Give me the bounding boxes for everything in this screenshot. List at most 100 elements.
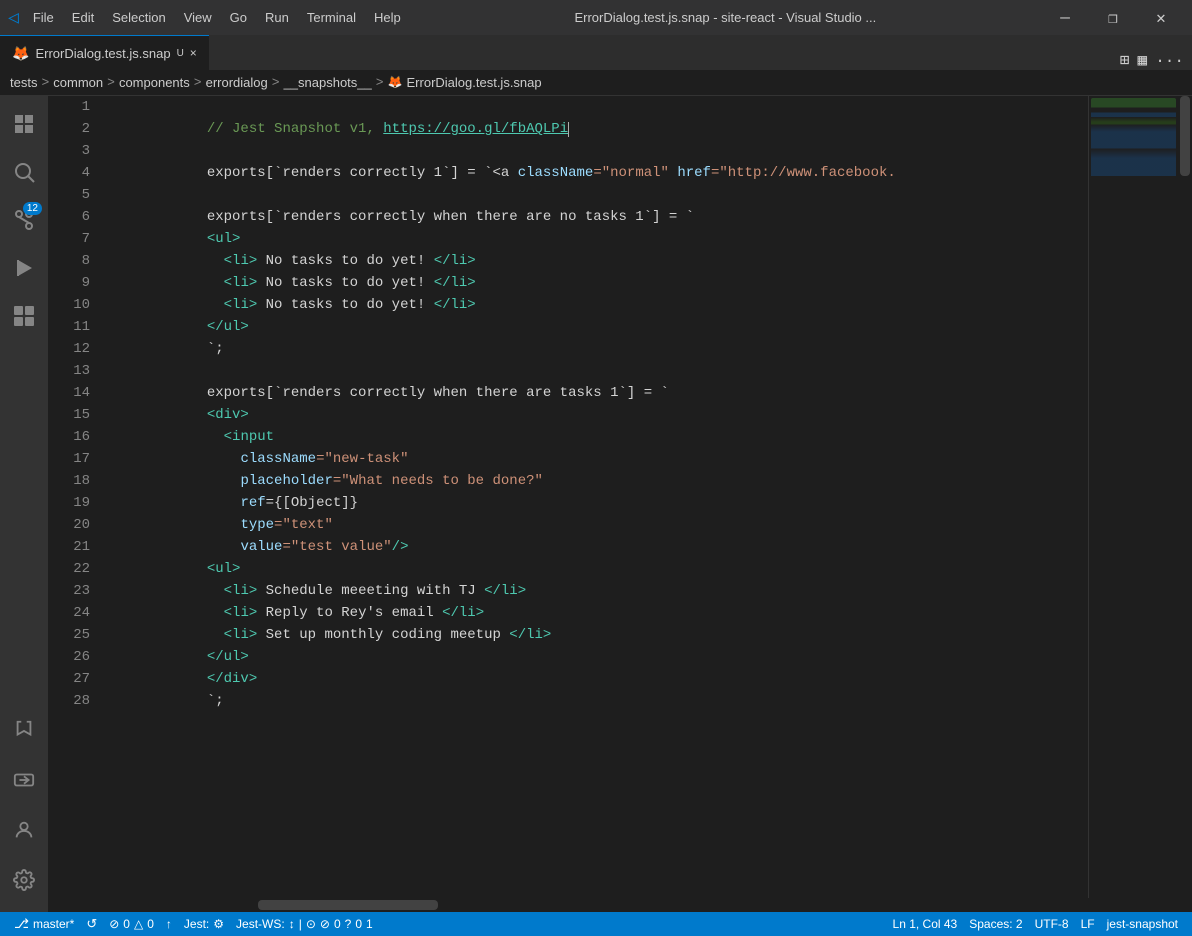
menu-view[interactable]: View — [176, 8, 220, 27]
code-token: <ul> — [207, 231, 241, 247]
line-num-27: 27 — [56, 668, 90, 690]
jest-ws-icon: ↕ — [289, 917, 295, 931]
code-token: ={[Object]} — [266, 495, 358, 511]
line-num-12: 12 — [56, 338, 90, 360]
status-position[interactable]: Ln 1, Col 43 — [887, 912, 964, 936]
minimap — [1088, 96, 1178, 898]
code-content: 1 2 3 4 5 6 7 8 9 10 11 12 13 14 15 16 1 — [48, 96, 1192, 898]
line-num-21: 21 — [56, 536, 90, 558]
code-token: No tasks to do yet! — [257, 275, 433, 291]
code-line-1: // Jest Snapshot v1, https://goo.gl/fbAQ… — [106, 96, 1088, 118]
menu-help[interactable]: Help — [366, 8, 409, 27]
code-token — [207, 495, 241, 511]
activity-remote[interactable] — [0, 756, 48, 804]
line-num-1: 1 — [56, 96, 90, 118]
language-label: jest-snapshot — [1107, 917, 1178, 931]
restore-button[interactable]: ❐ — [1090, 0, 1136, 35]
activity-search[interactable] — [0, 148, 48, 196]
activity-extensions[interactable] — [0, 292, 48, 340]
close-button[interactable]: ✕ — [1138, 0, 1184, 35]
code-editor[interactable]: 1 2 3 4 5 6 7 8 9 10 11 12 13 14 15 16 1 — [48, 96, 1192, 912]
line-num-3: 3 — [56, 140, 90, 162]
status-sync[interactable]: ↺ — [80, 912, 103, 936]
code-token: </ul> — [207, 649, 249, 665]
code-token: ="test value" — [282, 539, 391, 555]
breadcrumb-filename[interactable]: ErrorDialog.test.js.snap — [407, 75, 542, 90]
scrollbar-thumb[interactable] — [1180, 96, 1190, 176]
menu-selection[interactable]: Selection — [104, 8, 173, 27]
jest-count: 1 — [366, 917, 373, 931]
code-token: <li> — [224, 605, 258, 621]
code-token: </li> — [442, 605, 484, 621]
minimize-button[interactable]: — — [1042, 0, 1088, 35]
breadcrumb-errordialog[interactable]: errordialog — [206, 75, 268, 90]
tab-close-button[interactable]: × — [190, 46, 197, 60]
code-token: <li> — [224, 627, 258, 643]
editor-area: 1 2 3 4 5 6 7 8 9 10 11 12 13 14 15 16 1 — [48, 96, 1192, 912]
code-token: ="http://www.facebook. — [711, 165, 896, 181]
status-spaces[interactable]: Spaces: 2 — [963, 912, 1028, 936]
status-language[interactable]: jest-snapshot — [1101, 912, 1184, 936]
source-control-badge: 12 — [23, 202, 42, 215]
eol-label: LF — [1081, 917, 1095, 931]
line-num-23: 23 — [56, 580, 90, 602]
spaces-label: Spaces: 2 — [969, 917, 1022, 931]
title-buttons: — ❐ ✕ — [1042, 0, 1184, 35]
line-numbers: 1 2 3 4 5 6 7 8 9 10 11 12 13 14 15 16 1 — [48, 96, 98, 898]
code-token: ="text" — [274, 517, 333, 533]
jest-skip: 0 — [355, 917, 362, 931]
h-scrollbar-thumb[interactable] — [258, 900, 438, 910]
status-branch[interactable]: ⎇ master* — [8, 912, 80, 936]
code-token: ref — [240, 495, 265, 511]
code-token: No tasks to do yet! — [257, 253, 433, 269]
breadcrumb-tests[interactable]: tests — [10, 75, 37, 90]
code-line-15: <input — [106, 404, 1088, 426]
status-upload[interactable]: ↑ — [160, 912, 178, 936]
status-jest[interactable]: Jest: ⚙ — [178, 912, 230, 936]
jest-pass: 0 — [334, 917, 341, 931]
breadcrumb-components[interactable]: components — [119, 75, 190, 90]
main-layout: 12 — [0, 96, 1192, 912]
menu-run[interactable]: Run — [257, 8, 297, 27]
code-line-26: </div> — [106, 646, 1088, 668]
menu-go[interactable]: Go — [222, 8, 255, 27]
jest-ws-ok: ⊘ — [320, 917, 330, 931]
error-icon: ⊘ — [109, 917, 119, 931]
editor-layout-button[interactable]: ▦ — [1138, 50, 1148, 70]
warning-count: 0 — [147, 917, 154, 931]
split-editor-button[interactable]: ⊞ — [1120, 50, 1130, 70]
activity-run[interactable] — [0, 244, 48, 292]
line-num-13: 13 — [56, 360, 90, 382]
vertical-scrollbar[interactable] — [1178, 96, 1192, 898]
minimap-content — [1089, 96, 1178, 220]
status-errors[interactable]: ⊘ 0 △ 0 — [103, 912, 160, 936]
menu-edit[interactable]: Edit — [64, 8, 102, 27]
warning-icon: △ — [134, 917, 143, 931]
line-num-19: 19 — [56, 492, 90, 514]
code-token: </div> — [207, 671, 257, 687]
status-eol[interactable]: LF — [1075, 912, 1101, 936]
breadcrumb-common[interactable]: common — [53, 75, 103, 90]
status-jest-ws[interactable]: Jest-WS: ↕ | ⊙ ⊘ 0 ? 0 1 — [230, 912, 379, 936]
code-line-12 — [106, 338, 1088, 360]
activity-settings[interactable] — [0, 856, 48, 904]
breadcrumb-file-icon: 🦊 — [388, 75, 403, 90]
tab-errordialog[interactable]: 🦊 ErrorDialog.test.js.snap U × — [0, 35, 209, 70]
code-token — [207, 627, 224, 643]
line-num-18: 18 — [56, 470, 90, 492]
breadcrumb-snapshots[interactable]: __snapshots__ — [284, 75, 372, 90]
line-num-16: 16 — [56, 426, 90, 448]
activity-test[interactable] — [0, 706, 48, 754]
code-token: Schedule meeeting with TJ — [257, 583, 484, 599]
activity-source-control[interactable]: 12 — [0, 196, 48, 244]
code-lines: // Jest Snapshot v1, https://goo.gl/fbAQ… — [98, 96, 1088, 898]
status-encoding[interactable]: UTF-8 — [1029, 912, 1075, 936]
code-token: </li> — [434, 275, 476, 291]
menu-terminal[interactable]: Terminal — [299, 8, 364, 27]
code-token: `; — [207, 341, 224, 357]
more-actions-button[interactable]: ··· — [1155, 52, 1184, 70]
horizontal-scrollbar[interactable] — [98, 898, 1192, 912]
activity-explorer[interactable] — [0, 100, 48, 148]
menu-file[interactable]: File — [25, 8, 62, 27]
activity-account[interactable] — [0, 806, 48, 854]
